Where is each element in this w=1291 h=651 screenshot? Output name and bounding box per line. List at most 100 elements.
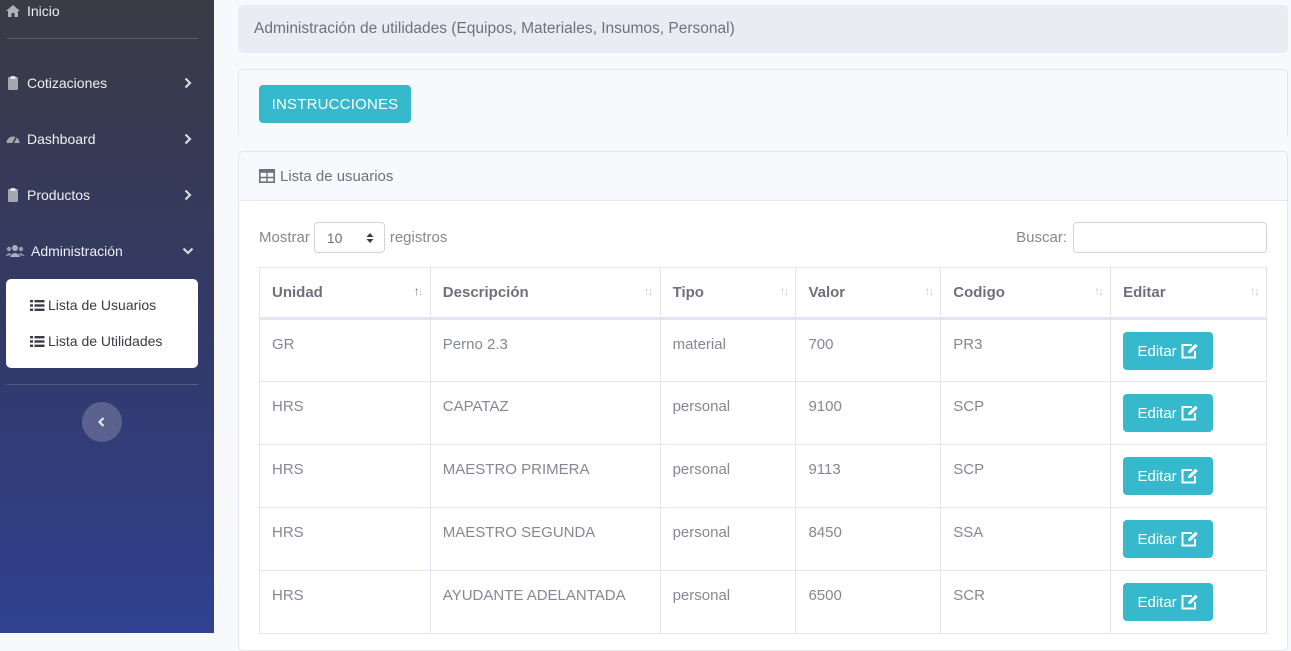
submenu-item-lista-utilidades[interactable]: Lista de Utilidades: [30, 333, 162, 349]
sidebar-item-administracion[interactable]: Administración: [0, 241, 214, 261]
sort-icon: ↑↓: [413, 284, 424, 298]
edit-button[interactable]: Editar: [1123, 520, 1214, 558]
card-title: Lista de usuarios: [280, 167, 394, 185]
page-length-control: Mostrar 10 registros: [259, 222, 447, 253]
breadcrumb-text: Administración de utilidades (Equipos, M…: [254, 20, 735, 37]
submenu-item-lista-usuarios[interactable]: Lista de Usuarios: [30, 297, 156, 313]
chevron-right-icon: [184, 133, 192, 145]
cell-tipo: personal: [659, 507, 797, 571]
column-header-label: Valor: [808, 284, 846, 301]
sort-icon: ↑↓: [643, 284, 654, 298]
cell-unidad: HRS: [259, 444, 431, 508]
cell-descripcion: AYUDANTE ADELANTADA: [429, 570, 661, 634]
list-icon: [30, 335, 45, 347]
chevron-down-icon: [182, 247, 194, 255]
edit-button[interactable]: Editar: [1123, 457, 1214, 495]
select-arrows-icon: [366, 233, 374, 243]
cell-descripcion: Perno 2.3: [429, 318, 661, 382]
column-header-label: Unidad: [272, 284, 323, 301]
cell-valor: 9100: [795, 381, 942, 445]
sidebar-item-cotizaciones[interactable]: Cotizaciones: [0, 73, 214, 93]
clipboard-icon: [8, 188, 18, 202]
edit-button[interactable]: Editar: [1123, 583, 1214, 621]
sidebar: Inicio Cotizaciones Dashboard Productos …: [0, 0, 214, 633]
edit-button[interactable]: Editar: [1123, 394, 1214, 432]
cell-codigo: SSA: [940, 507, 1112, 571]
tachometer-icon: [6, 136, 20, 144]
sidebar-item-inicio[interactable]: Inicio: [0, 2, 214, 20]
column-header-tipo[interactable]: Tipo ↑↓: [659, 267, 797, 320]
edit-button-label: Editar: [1137, 530, 1177, 548]
sidebar-item-dashboard[interactable]: Dashboard: [0, 129, 214, 149]
sort-icon: ↑↓: [1094, 284, 1104, 298]
cell-valor: 6500: [795, 570, 942, 634]
card-header: Lista de usuarios: [239, 152, 1287, 201]
column-header-codigo[interactable]: Codigo ↑↓: [940, 267, 1112, 320]
edit-icon: [1181, 405, 1198, 421]
cell-editar: Editar: [1110, 507, 1267, 571]
table-icon: [259, 169, 275, 183]
sidebar-item-label: Administración: [31, 243, 123, 259]
table-row: HRS MAESTRO SEGUNDA personal 8450 SSA Ed…: [259, 507, 1267, 571]
cell-codigo: PR3: [940, 318, 1112, 382]
cell-descripcion: MAESTRO SEGUNDA: [429, 507, 661, 571]
chevron-right-icon: [184, 77, 192, 89]
page-length-value: 10: [326, 229, 343, 246]
edit-button-label: Editar: [1137, 593, 1177, 611]
column-header-label: Codigo: [953, 284, 1005, 301]
sidebar-toggle-button[interactable]: [82, 402, 122, 442]
cell-valor: 700: [795, 318, 942, 382]
cell-unidad: HRS: [259, 507, 431, 571]
cell-descripcion: CAPATAZ: [429, 381, 661, 445]
cell-valor: 8450: [795, 507, 942, 571]
cell-unidad: GR: [259, 318, 431, 382]
table-row: HRS AYUDANTE ADELANTADA personal 6500 SC…: [259, 570, 1267, 634]
sidebar-divider: [7, 384, 198, 385]
instructions-button[interactable]: INSTRUCCIONES: [259, 85, 411, 123]
home-icon: [6, 5, 20, 17]
cell-codigo: SCP: [940, 444, 1112, 508]
column-header-descripcion[interactable]: Descripción ↑↓: [429, 267, 661, 320]
cell-tipo: material: [659, 318, 797, 382]
edit-icon: [1181, 343, 1198, 359]
column-header-label: Tipo: [672, 284, 704, 301]
page-length-select[interactable]: 10: [313, 222, 385, 253]
column-header-valor[interactable]: Valor ↑↓: [795, 267, 942, 320]
column-header-unidad[interactable]: Unidad ↑↓: [259, 267, 431, 320]
cell-codigo: SCR: [940, 570, 1112, 634]
utilities-table: Unidad ↑↓ Descripción ↑↓ Tipo ↑↓ Valor ↑↓ Co…: [259, 267, 1267, 634]
users-list-card: Lista de usuarios Mostrar 10 registros B…: [238, 151, 1288, 651]
sidebar-divider: [7, 38, 198, 39]
table-row: GR Perno 2.3 material 700 PR3 Editar: [259, 318, 1267, 382]
search-label: Buscar:: [1016, 229, 1067, 246]
list-icon: [30, 299, 45, 311]
sidebar-item-label: Dashboard: [27, 131, 96, 147]
column-header-editar[interactable]: Editar ↑↓: [1110, 267, 1267, 320]
column-header-label: Descripción: [442, 284, 529, 301]
edit-button-label: Editar: [1137, 467, 1177, 485]
sidebar-item-label: Cotizaciones: [27, 75, 108, 91]
chevron-left-icon: [97, 417, 105, 427]
administracion-submenu: Lista de Usuarios Lista de Utilidades: [6, 279, 198, 368]
cell-tipo: personal: [659, 570, 797, 634]
cell-editar: Editar: [1110, 444, 1267, 508]
cell-descripcion: MAESTRO PRIMERA: [429, 444, 661, 508]
sidebar-item-productos[interactable]: Productos: [0, 185, 214, 205]
search-input[interactable]: [1073, 222, 1267, 253]
edit-icon: [1181, 468, 1198, 484]
instructions-card: INSTRUCCIONES: [238, 69, 1288, 135]
edit-button-label: Editar: [1137, 404, 1177, 422]
submenu-item-label: Lista de Utilidades: [48, 333, 163, 349]
table-header-row: Unidad ↑↓ Descripción ↑↓ Tipo ↑↓ Valor ↑↓ Co…: [259, 267, 1267, 320]
sort-icon: ↑↓: [1250, 284, 1260, 298]
sidebar-item-label: Inicio: [27, 3, 60, 19]
cell-unidad: HRS: [259, 570, 431, 634]
chevron-right-icon: [184, 189, 192, 201]
length-prefix: Mostrar: [259, 229, 310, 246]
cell-editar: Editar: [1110, 318, 1267, 382]
cell-editar: Editar: [1110, 570, 1267, 634]
edit-button[interactable]: Editar: [1123, 332, 1214, 370]
sort-icon: ↑↓: [924, 284, 934, 298]
sort-icon: ↑↓: [779, 284, 789, 298]
clipboard-icon: [8, 76, 18, 90]
